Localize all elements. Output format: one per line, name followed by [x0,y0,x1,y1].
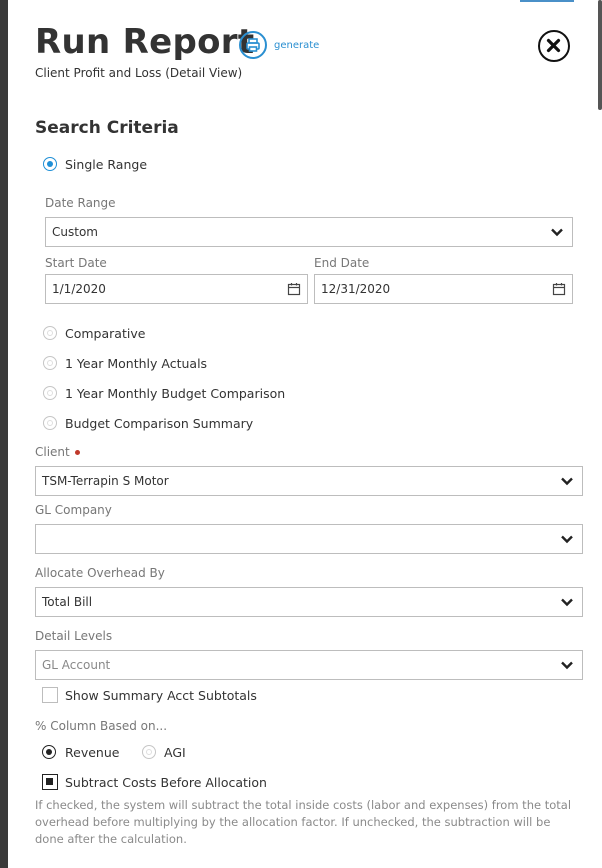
date-range-label: Date Range [45,196,116,210]
detail-levels-placeholder: GL Account [42,658,111,672]
print-icon [246,38,260,52]
start-date-label: Start Date [45,256,107,270]
end-date-value: 12/31/2020 [321,282,391,296]
detail-levels-label: Detail Levels [35,629,113,643]
date-range-value: Custom [52,225,98,239]
revenue-radio[interactable] [42,745,56,759]
calendar-icon[interactable] [287,282,301,296]
scrollbar-thumb[interactable] [598,0,602,110]
summary-subtotals-label: Show Summary Acct Subtotals [65,688,257,703]
search-criteria-heading: Search Criteria [35,118,179,138]
budget-summary-radio[interactable] [43,416,57,430]
detail-levels-select[interactable]: GL Account [35,650,583,680]
calendar-icon[interactable] [552,282,566,296]
summary-subtotals-checkbox[interactable] [42,687,58,703]
date-range-select[interactable]: Custom [45,217,573,247]
subtract-costs-label: Subtract Costs Before Allocation [65,775,267,790]
chevron-down-icon [551,228,563,237]
close-icon [546,38,561,53]
subtract-costs-checkbox[interactable] [42,774,58,790]
start-date-value: 1/1/2020 [52,282,106,296]
end-date-input[interactable]: 12/31/2020 [314,274,573,304]
client-select[interactable]: TSM-Terrapin S Motor [35,466,583,496]
chevron-down-icon [561,477,573,486]
generate-link[interactable]: generate [274,40,319,51]
comparative-label: Comparative [65,326,146,341]
budget-summary-label: Budget Comparison Summary [65,416,254,431]
gl-company-select[interactable] [35,524,583,554]
client-value: TSM-Terrapin S Motor [42,474,169,488]
page-title: Run Report [35,22,255,62]
comparative-radio[interactable] [43,326,57,340]
allocate-overhead-label: Allocate Overhead By [35,566,165,580]
single-range-label: Single Range [65,157,148,172]
client-label-text: Client [35,445,70,459]
client-label: Client [35,445,80,459]
revenue-label: Revenue [65,745,120,760]
report-subtitle: Client Profit and Loss (Detail View) [35,66,243,80]
required-indicator [74,450,80,455]
chevron-down-icon [561,598,573,607]
end-date-label: End Date [314,256,370,270]
allocate-overhead-value: Total Bill [42,595,93,609]
monthly-budget-radio[interactable] [43,386,57,400]
chevron-down-icon [561,661,573,670]
gl-company-label: GL Company [35,503,112,517]
monthly-actuals-label: 1 Year Monthly Actuals [65,356,208,371]
percent-column-label: % Column Based on... [35,719,168,733]
single-range-radio[interactable] [43,157,57,171]
top-accent-line [520,0,574,2]
monthly-budget-label: 1 Year Monthly Budget Comparison [65,386,286,401]
start-date-input[interactable]: 1/1/2020 [45,274,308,304]
subtract-costs-help-text: If checked, the system will subtract the… [35,798,572,846]
chevron-down-icon [561,535,573,544]
left-rail [0,0,8,868]
close-button[interactable] [538,30,570,62]
agi-radio[interactable] [142,745,156,759]
agi-label: AGI [164,745,186,760]
generate-button[interactable] [239,31,267,59]
monthly-actuals-radio[interactable] [43,356,57,370]
scrollbar[interactable] [594,0,602,868]
allocate-overhead-select[interactable]: Total Bill [35,587,583,617]
